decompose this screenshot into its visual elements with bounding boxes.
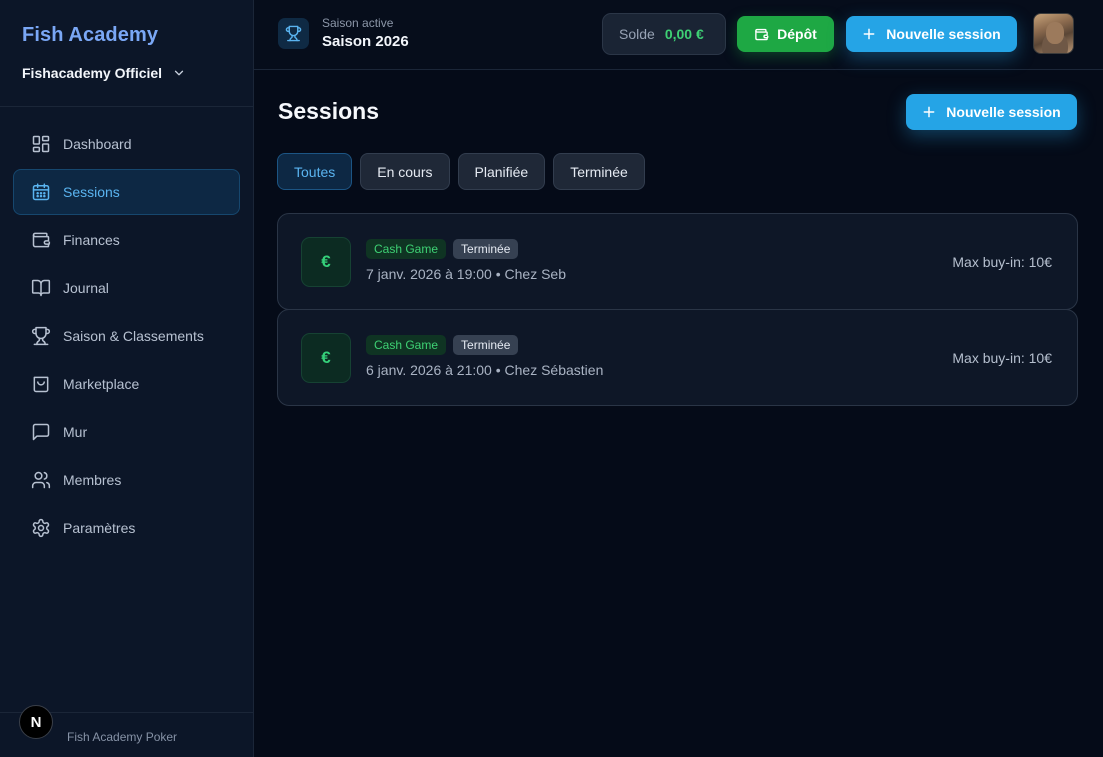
sidebar-item-marketplace[interactable]: Marketplace bbox=[13, 361, 240, 407]
session-card[interactable]: € Cash Game Terminée 7 janv. 2026 à 19:0… bbox=[277, 213, 1078, 310]
session-tags: Cash Game Terminée bbox=[366, 335, 519, 355]
status-badge: Terminée bbox=[453, 335, 519, 355]
season-label: Saison active bbox=[322, 16, 394, 30]
sidebar-item-label: Dashboard bbox=[63, 136, 132, 152]
sidebar-item-label: Sessions bbox=[63, 184, 120, 200]
brand-title: Fish Academy bbox=[22, 24, 159, 46]
footer-text: Fish Academy Poker bbox=[67, 730, 178, 744]
wallet-icon bbox=[755, 28, 769, 40]
trophy-icon bbox=[31, 326, 51, 346]
brand-header: Fish Academy Fishacademy Officiel bbox=[0, 0, 253, 107]
sidebar-item-sessions[interactable]: Sessions bbox=[13, 169, 240, 215]
gear-icon bbox=[32, 518, 50, 538]
new-session-label: Nouvelle session bbox=[886, 26, 1001, 42]
session-card[interactable]: € Cash Game Terminée 6 janv. 2026 à 21:0… bbox=[277, 309, 1078, 406]
sidebar-item-label: Finances bbox=[63, 232, 120, 248]
tab-toutes[interactable]: Toutes bbox=[277, 153, 353, 190]
balance-value: 0,00 € bbox=[664, 26, 704, 42]
org-switcher[interactable]: Fishacademy Officiel bbox=[22, 65, 231, 81]
sidebar-item-label: Marketplace bbox=[63, 376, 140, 392]
sidebar-item-label: Membres bbox=[63, 472, 122, 488]
sidebar-item-label: Saison & Classements bbox=[63, 328, 204, 344]
users-icon bbox=[31, 471, 51, 489]
message-square-icon bbox=[32, 423, 50, 441]
page-title: Sessions bbox=[278, 98, 379, 124]
new-session-button-top[interactable]: Nouvelle session bbox=[846, 16, 1017, 52]
sidebar-nav: Dashboard Sessions Finances Journal Sais… bbox=[0, 107, 253, 551]
dashboard-icon bbox=[32, 135, 50, 153]
next-devtools-badge[interactable]: N bbox=[19, 705, 53, 739]
season-trophy-icon bbox=[278, 18, 309, 49]
chevron-down-icon bbox=[174, 70, 184, 76]
euro-icon: € bbox=[301, 237, 351, 287]
plus-icon bbox=[923, 106, 935, 118]
sidebar-item-label: Journal bbox=[63, 280, 109, 296]
balance-label: Solde bbox=[619, 26, 655, 42]
deposit-button[interactable]: Dépôt bbox=[737, 16, 834, 52]
sidebar-item-parametres[interactable]: Paramètres bbox=[13, 505, 240, 551]
sidebar-item-dashboard[interactable]: Dashboard bbox=[13, 121, 240, 167]
sidebar-item-membres[interactable]: Membres bbox=[13, 457, 240, 503]
topbar: Saison active Saison 2026 Solde 0,00 € D… bbox=[254, 0, 1103, 70]
euro-icon: € bbox=[301, 333, 351, 383]
sidebar-item-finances[interactable]: Finances bbox=[13, 217, 240, 263]
calendar-icon bbox=[32, 183, 50, 201]
sidebar: Fish Academy Fishacademy Officiel Dashbo… bbox=[0, 0, 254, 757]
plus-icon bbox=[863, 28, 875, 40]
session-buyin: Max buy-in: 10€ bbox=[952, 350, 1052, 366]
sidebar-item-mur[interactable]: Mur bbox=[13, 409, 240, 455]
sidebar-item-label: Paramètres bbox=[63, 520, 136, 536]
balance-display: Solde 0,00 € bbox=[602, 13, 726, 55]
org-name: Fishacademy Officiel bbox=[22, 65, 163, 81]
season-name: Saison 2026 bbox=[322, 33, 409, 50]
session-meta: 7 janv. 2026 à 19:00 • Chez Seb bbox=[366, 266, 567, 282]
new-session-label: Nouvelle session bbox=[946, 104, 1061, 120]
session-type-badge: Cash Game bbox=[366, 239, 447, 259]
shopping-bag-icon bbox=[33, 376, 49, 393]
avatar-photo bbox=[1046, 22, 1064, 44]
session-meta: 6 janv. 2026 à 21:00 • Chez Sébastien bbox=[366, 362, 604, 378]
avatar[interactable] bbox=[1033, 13, 1074, 54]
sidebar-item-journal[interactable]: Journal bbox=[13, 265, 240, 311]
wallet-icon bbox=[32, 232, 51, 248]
new-session-button[interactable]: Nouvelle session bbox=[906, 94, 1077, 130]
sidebar-item-label: Mur bbox=[63, 424, 88, 440]
session-tags: Cash Game Terminée bbox=[366, 239, 519, 259]
session-filter-tabs: Toutes En cours Planifiée Terminée bbox=[277, 153, 645, 190]
session-buyin: Max buy-in: 10€ bbox=[952, 254, 1052, 270]
book-open-icon bbox=[31, 279, 51, 297]
tab-terminee[interactable]: Terminée bbox=[553, 153, 645, 190]
status-badge: Terminée bbox=[453, 239, 519, 259]
sidebar-item-saison[interactable]: Saison & Classements bbox=[13, 313, 240, 359]
session-type-badge: Cash Game bbox=[366, 335, 447, 355]
tab-en-cours[interactable]: En cours bbox=[360, 153, 450, 190]
deposit-label: Dépôt bbox=[777, 26, 817, 42]
tab-planifiee[interactable]: Planifiée bbox=[457, 153, 546, 190]
